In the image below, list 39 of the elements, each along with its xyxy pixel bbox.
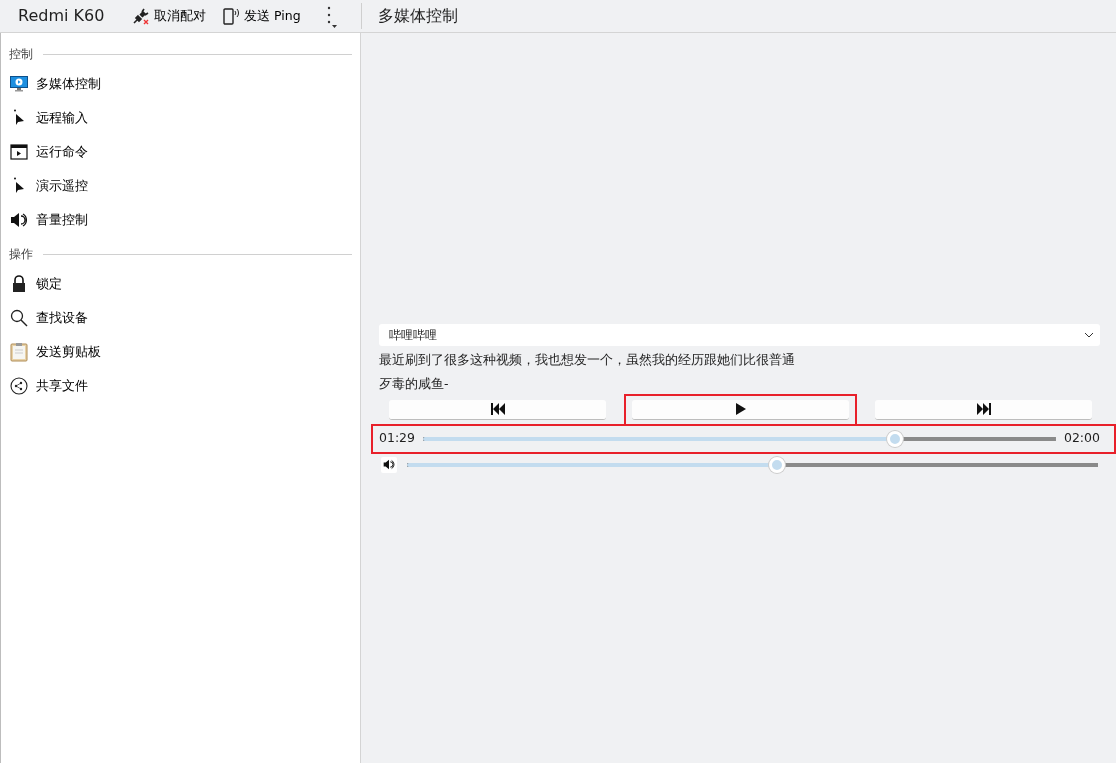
sidebar-item[interactable]: 音量控制 xyxy=(1,203,360,237)
player-button[interactable] xyxy=(875,399,1092,420)
device-name: Redmi K60 xyxy=(17,5,106,27)
chevron-down-icon xyxy=(1084,332,1094,338)
sidebar-item[interactable]: 远程输入 xyxy=(1,101,360,135)
group-heading: 操作 xyxy=(9,246,33,263)
sidebar-item[interactable]: 锁定 xyxy=(1,267,360,301)
player-button[interactable] xyxy=(389,399,606,420)
mute-button[interactable] xyxy=(381,456,397,473)
track-title: 最近刷到了很多这种视频，我也想发一个，虽然我的经历跟她们比很普通 xyxy=(379,351,796,369)
toolbar-button[interactable]: 发送 Ping xyxy=(214,0,309,32)
unpair-plug-icon xyxy=(132,7,150,25)
sidebar-item[interactable]: 查找设备 xyxy=(1,301,360,335)
sidebar-item[interactable]: 共享文件 xyxy=(1,369,360,403)
terminal-window-icon xyxy=(10,144,28,160)
play-icon xyxy=(734,403,747,415)
speaker-icon xyxy=(10,212,28,228)
skip-forward-icon xyxy=(975,403,992,415)
lock-icon xyxy=(10,275,28,293)
player-button[interactable] xyxy=(632,399,849,420)
skip-back-icon xyxy=(489,403,506,415)
sidebar-item[interactable]: 发送剪贴板 xyxy=(1,335,360,369)
sidebar-item[interactable]: 运行命令 xyxy=(1,135,360,169)
source-dropdown[interactable]: 哔哩哔哩 xyxy=(379,324,1100,346)
page-title: 多媒体控制 xyxy=(377,5,458,27)
toolbar-button[interactable]: 取消配对 xyxy=(124,0,214,32)
search-icon xyxy=(10,309,28,327)
monitor-play-icon xyxy=(10,76,28,92)
total-time: 02:00 xyxy=(1063,429,1100,448)
group-heading: 控制 xyxy=(9,46,33,63)
artist-name: 歹毒的咸鱼- xyxy=(379,374,450,393)
slider-thumb[interactable] xyxy=(887,430,904,447)
sidebar-item[interactable]: 多媒体控制 xyxy=(1,67,360,101)
share-circle-icon xyxy=(10,377,28,395)
phone-signal-icon xyxy=(222,7,240,25)
sidebar-item[interactable]: 演示遥控 xyxy=(1,169,360,203)
clipboard-icon xyxy=(10,342,28,362)
elapsed-time: 01:29 xyxy=(379,429,416,448)
slider-thumb[interactable] xyxy=(769,456,786,473)
